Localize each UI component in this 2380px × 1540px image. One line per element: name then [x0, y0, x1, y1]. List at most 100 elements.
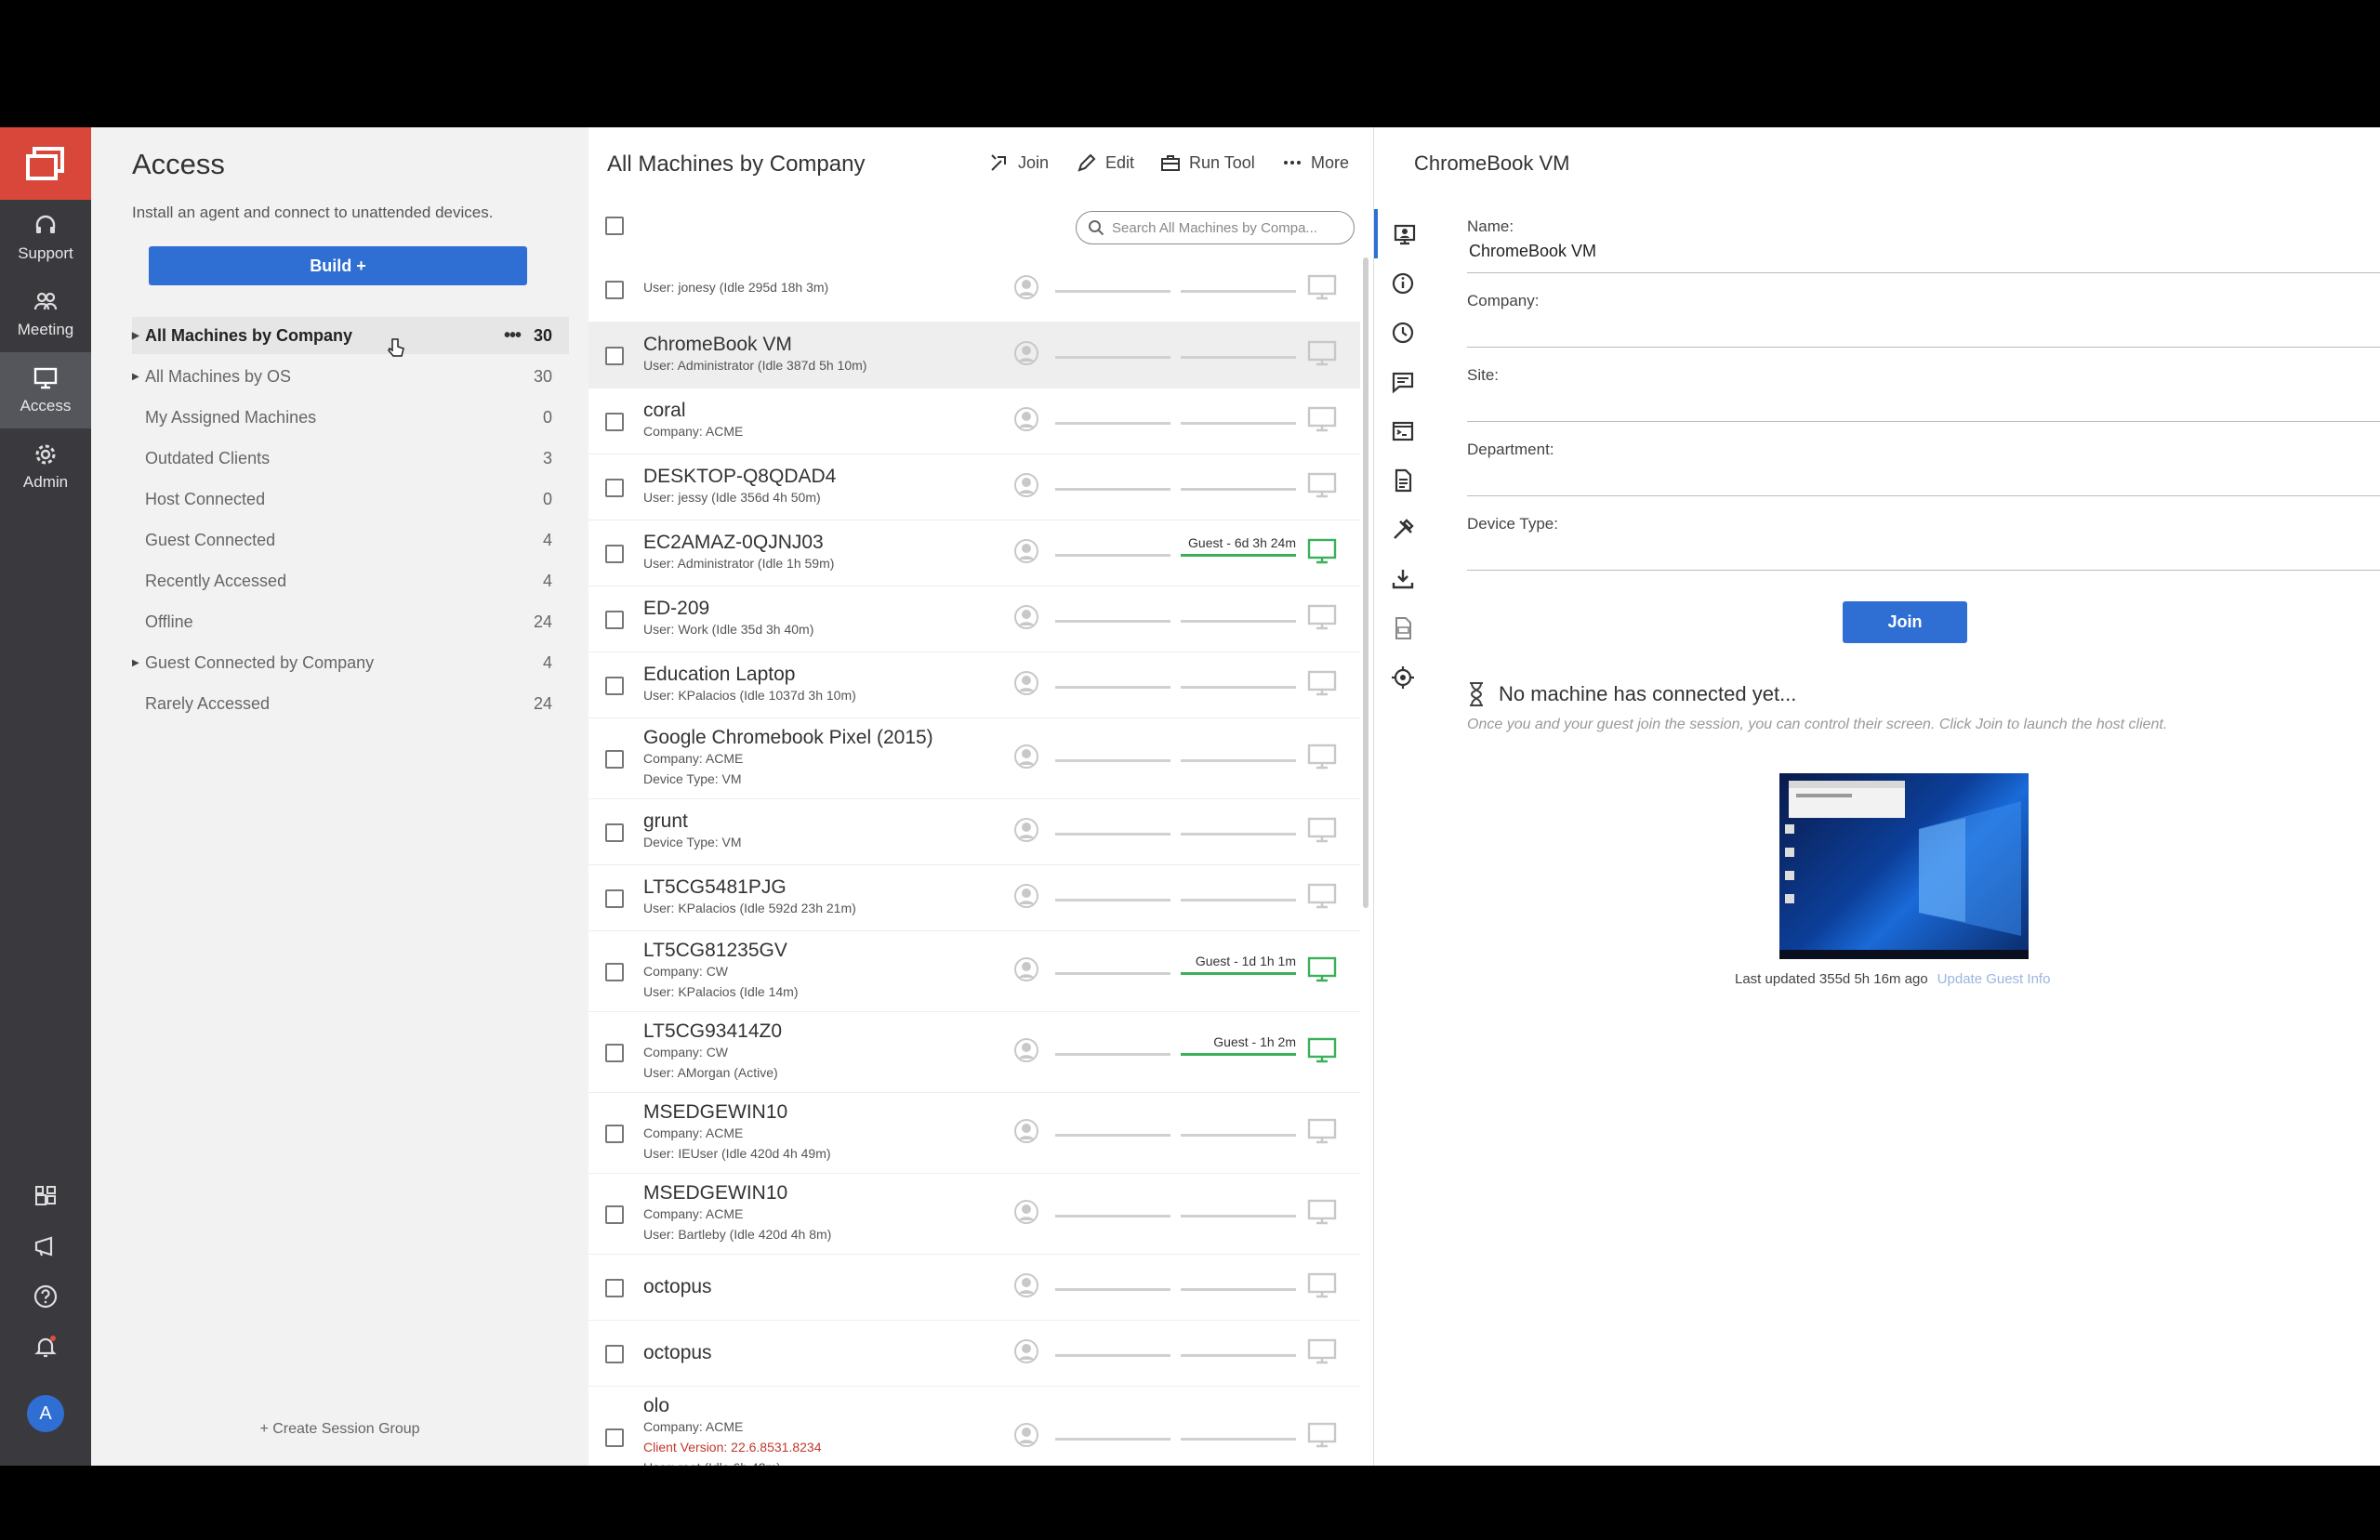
- expand-caret-icon[interactable]: ▶: [132, 658, 145, 668]
- app-logo[interactable]: [0, 127, 91, 200]
- machine-row[interactable]: coral Company: ACME: [588, 388, 1360, 454]
- join-button[interactable]: Join: [1843, 601, 1967, 643]
- site-field[interactable]: Site:: [1467, 366, 2380, 422]
- machine-row[interactable]: LT5CG5481PJG User: KPalacios (Idle 592d 2…: [588, 865, 1360, 931]
- tab-chat[interactable]: [1374, 357, 1432, 406]
- row-checkbox[interactable]: [605, 1278, 624, 1297]
- group-host-connected[interactable]: Host Connected 0: [132, 480, 569, 518]
- guest-screenshot-thumbnail[interactable]: [1779, 773, 2029, 959]
- edit-toolbar-button[interactable]: Edit: [1076, 151, 1134, 174]
- host-icon: [1014, 275, 1038, 299]
- group-recently-accessed[interactable]: Recently Accessed 4: [132, 562, 569, 599]
- machine-row[interactable]: Education Laptop User: KPalacios (Idle 10…: [588, 652, 1360, 718]
- row-checkbox[interactable]: [605, 749, 624, 769]
- machine-detail-line: User: IEUser (Idle 420d 4h 49m): [643, 1145, 831, 1161]
- machine-row[interactable]: grunt Device Type: VM: [588, 799, 1360, 865]
- machine-row[interactable]: octopus: [588, 1321, 1360, 1387]
- tab-notes[interactable]: [1374, 455, 1432, 505]
- group-count: 0: [542, 489, 552, 508]
- group-guest-connected[interactable]: Guest Connected 4: [132, 521, 569, 559]
- help-button[interactable]: [0, 1283, 91, 1310]
- tab-history[interactable]: [1374, 308, 1432, 357]
- name-field[interactable]: Name: ChromeBook VM: [1467, 217, 2380, 273]
- nav-access[interactable]: Access: [0, 352, 91, 428]
- row-checkbox[interactable]: [605, 478, 624, 497]
- machine-row[interactable]: EC2AMAZ-0QJNJ03 User: Administrator (Idle…: [588, 520, 1360, 586]
- build-button[interactable]: Build +: [149, 246, 527, 285]
- machine-row[interactable]: MSEDGEWIN10 Company: ACME User: IEUser (Id…: [588, 1093, 1360, 1174]
- group-my-assigned-machines[interactable]: My Assigned Machines 0: [132, 399, 569, 436]
- join-toolbar-button[interactable]: Join: [988, 151, 1049, 174]
- guest-monitor-icon: [1307, 1037, 1337, 1062]
- machine-row[interactable]: ED-209 User: Work (Idle 35d 3h 40m): [588, 586, 1360, 652]
- run-tool-toolbar-button[interactable]: Run Tool: [1159, 151, 1255, 174]
- machine-row[interactable]: Google Chromebook Pixel (2015) Company: A…: [588, 718, 1360, 799]
- host-icon: [1014, 883, 1038, 908]
- select-all-checkbox[interactable]: [605, 217, 624, 235]
- machine-row[interactable]: MSEDGEWIN10 Company: ACME User: Bartleby (…: [588, 1174, 1360, 1255]
- host-icon: [1014, 340, 1038, 365]
- row-checkbox[interactable]: [605, 1204, 624, 1224]
- row-checkbox[interactable]: [605, 281, 624, 299]
- update-guest-info-link[interactable]: Update Guest Info: [1937, 971, 2051, 987]
- group-offline[interactable]: Offline 24: [132, 603, 569, 640]
- tab-start[interactable]: [1374, 209, 1432, 258]
- row-checkbox[interactable]: [605, 1428, 624, 1447]
- row-checkbox[interactable]: [605, 888, 624, 908]
- user-avatar-button[interactable]: A: [0, 1395, 91, 1432]
- group-label: All Machines by Company: [145, 325, 353, 345]
- row-checkbox[interactable]: [605, 346, 624, 365]
- group-all-machines-by-company[interactable]: ▶ All Machines by Company ••• 30: [132, 317, 569, 354]
- tab-info[interactable]: [1374, 258, 1432, 308]
- group-count: 3: [542, 448, 552, 467]
- machine-row[interactable]: LT5CG81235GV Company: CW User: KPalacios (…: [588, 931, 1360, 1012]
- company-field[interactable]: Company:: [1467, 292, 2380, 348]
- more-toolbar-button[interactable]: More: [1281, 151, 1349, 174]
- name-value: ChromeBook VM: [1469, 242, 1597, 260]
- company-label: Company:: [1467, 292, 1540, 309]
- tab-downloads[interactable]: [1374, 554, 1432, 603]
- tab-tools[interactable]: [1374, 505, 1432, 554]
- row-checkbox[interactable]: [605, 1043, 624, 1062]
- tab-sessions-log[interactable]: [1374, 603, 1432, 652]
- row-checkbox[interactable]: [605, 544, 624, 563]
- nav-support[interactable]: Support: [0, 200, 91, 276]
- machine-detail-line: Company: ACME: [643, 1125, 744, 1140]
- tab-location[interactable]: [1374, 652, 1432, 702]
- host-connection-bar: [1055, 421, 1170, 425]
- guest-connection-bar: [1181, 898, 1296, 902]
- row-checkbox[interactable]: [605, 962, 624, 981]
- machine-row[interactable]: olo Company: ACME Client Version: 22.6.853…: [588, 1387, 1360, 1466]
- group-outdated-clients[interactable]: Outdated Clients 3: [132, 440, 569, 477]
- extensions-button[interactable]: [0, 1183, 91, 1209]
- nav-admin[interactable]: Admin: [0, 428, 91, 505]
- machine-row[interactable]: User: jonesy (Idle 295d 18h 3m): [588, 257, 1360, 322]
- group-all-machines-by-os[interactable]: ▶ All Machines by OS 30: [132, 358, 569, 395]
- machine-row[interactable]: LT5CG93414Z0 Company: CW User: AMorgan (Ac…: [588, 1012, 1360, 1093]
- nav-meeting[interactable]: Meeting: [0, 276, 91, 352]
- machine-name: LT5CG93414Z0: [643, 1020, 783, 1042]
- tab-commands[interactable]: [1374, 406, 1432, 455]
- group-label: My Assigned Machines: [145, 407, 317, 427]
- create-session-group-link[interactable]: + Create Session Group: [91, 1421, 588, 1438]
- announcements-button[interactable]: [0, 1233, 91, 1259]
- group-menu-icon[interactable]: •••: [504, 325, 522, 347]
- expand-caret-icon[interactable]: ▶: [132, 372, 145, 382]
- row-checkbox[interactable]: [605, 1344, 624, 1363]
- row-checkbox[interactable]: [605, 610, 624, 629]
- machine-row[interactable]: ChromeBook VM User: Administrator (Idle 3…: [588, 322, 1360, 388]
- row-checkbox[interactable]: [605, 823, 624, 842]
- department-field[interactable]: Department:: [1467, 441, 2380, 496]
- group-guest-connected-by-company[interactable]: ▶ Guest Connected by Company 4: [132, 644, 569, 681]
- machine-row[interactable]: octopus: [588, 1255, 1360, 1321]
- row-checkbox[interactable]: [605, 412, 624, 431]
- row-checkbox[interactable]: [605, 1124, 624, 1143]
- search-input[interactable]: Search All Machines by Compa...: [1076, 211, 1355, 244]
- group-rarely-accessed[interactable]: Rarely Accessed 24: [132, 685, 569, 722]
- row-checkbox[interactable]: [605, 676, 624, 695]
- notifications-button[interactable]: [0, 1334, 91, 1360]
- list-scrollbar[interactable]: [1363, 257, 1368, 908]
- machine-row[interactable]: DESKTOP-Q8QDAD4 User: jessy (Idle 356d 4h…: [588, 454, 1360, 520]
- expand-caret-icon[interactable]: ▶: [132, 331, 145, 341]
- device-type-field[interactable]: Device Type:: [1467, 515, 2380, 571]
